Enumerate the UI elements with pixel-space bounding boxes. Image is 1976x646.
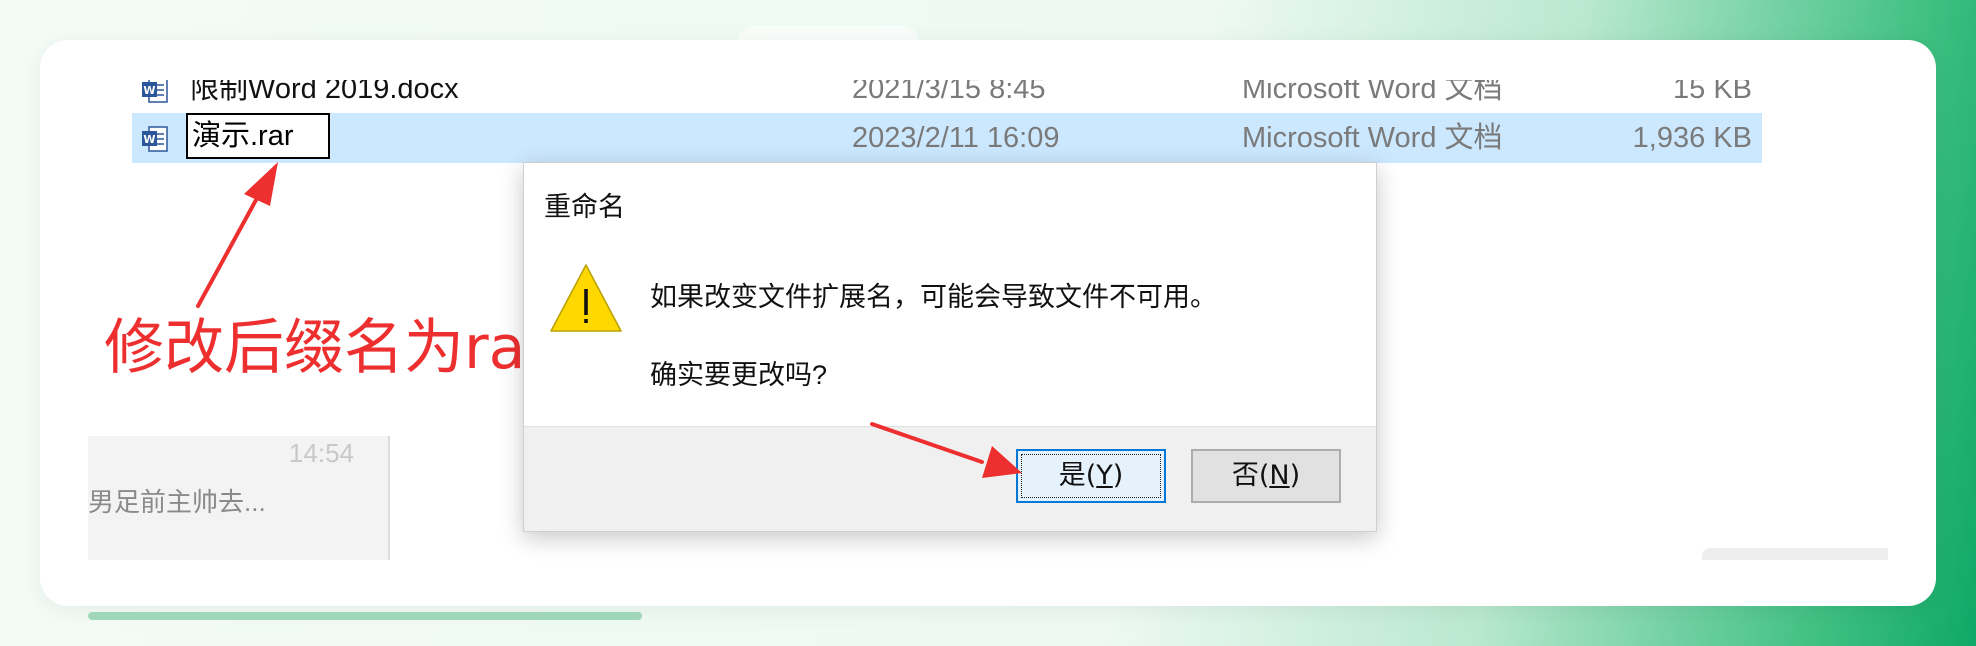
dialog-message: 如果改变文件扩展名，可能会导致文件不可用。	[650, 282, 1217, 312]
dialog-button-bar: 是(Y) 否(N)	[524, 426, 1376, 531]
word-document-icon: W	[142, 80, 168, 103]
warning-icon	[550, 264, 622, 332]
file-date: 2023/2/11 16:09	[852, 122, 1060, 154]
progress-accent-bar	[88, 612, 642, 620]
rename-dialog: 重命名 如果改变文件扩展名，可能会导致文件不可用。 确实要更改吗? 是(Y) 否…	[523, 162, 1377, 532]
file-type: Microsoft Word 文档	[1242, 122, 1503, 154]
rename-input[interactable]: 演示.rar	[186, 113, 330, 159]
file-name: 限制Word 2019.docx	[190, 80, 459, 105]
file-size: 15 KB	[1673, 80, 1752, 105]
word-document-icon: W	[142, 126, 168, 152]
yes-button[interactable]: 是(Y)	[1016, 449, 1166, 503]
dialog-title: 重命名	[544, 192, 625, 222]
scrollbar[interactable]	[1702, 548, 1888, 560]
file-date: 2021/3/15 8:45	[852, 80, 1046, 105]
svg-text:W: W	[143, 133, 155, 146]
file-size: 1,936 KB	[1632, 122, 1752, 154]
no-button[interactable]: 否(N)	[1191, 449, 1341, 503]
chat-time: 14:54	[288, 438, 354, 468]
chat-preview[interactable]: 男足前主帅去...	[88, 482, 266, 519]
annotation-text: 修改后缀名为rar	[104, 313, 551, 383]
file-row[interactable]: W 限制Word 2019.docx 2021/3/15 8:45 Micros…	[132, 80, 1762, 114]
chat-list-pane: 14:54 男足前主帅去...	[88, 436, 390, 560]
dialog-question: 确实要更改吗?	[650, 360, 828, 390]
svg-text:W: W	[143, 84, 155, 97]
file-type: Microsoft Word 文档	[1242, 80, 1503, 105]
file-row-selected[interactable]: W 演示.rar 2023/2/11 16:09 Microsoft Word …	[132, 113, 1762, 163]
